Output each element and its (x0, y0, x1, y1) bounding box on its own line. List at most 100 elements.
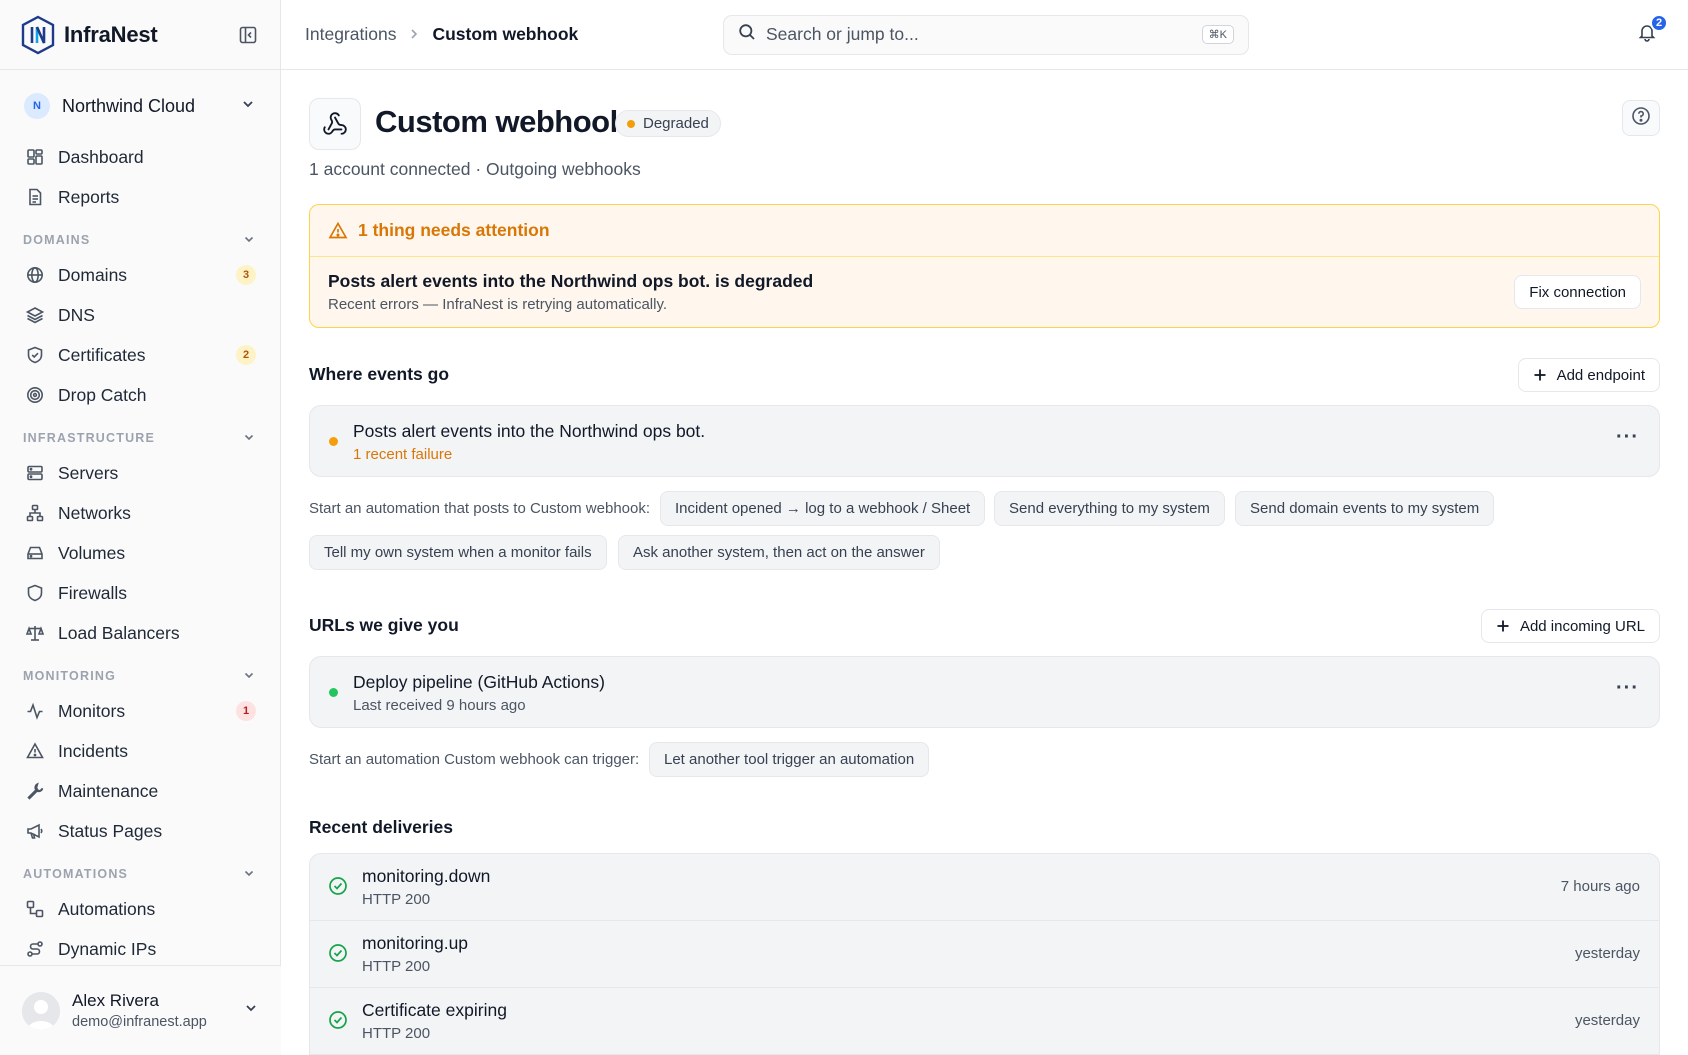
document-icon (24, 186, 46, 208)
section-label: AUTOMATIONS (23, 867, 129, 881)
org-switcher[interactable]: N Northwind Cloud (0, 70, 280, 142)
chevron-down-icon (242, 232, 256, 249)
section-title-events: Where events go (309, 364, 450, 384)
check-circle-icon (328, 1010, 348, 1030)
more-options-icon[interactable]: ··· (1616, 677, 1639, 700)
sidebar-item-dashboard[interactable]: Dashboard (24, 140, 256, 174)
sidebar-item-label: Dashboard (58, 146, 144, 167)
org-avatar: N (24, 93, 50, 119)
keyboard-shortcut: ⌘K (1201, 25, 1234, 44)
infranest-logo-icon[interactable] (20, 15, 56, 55)
delivery-event: monitoring.down (362, 866, 491, 886)
table-row[interactable]: monitoring.up HTTP 200 yesterday (310, 921, 1659, 988)
sidebar-item-volumes[interactable]: Volumes (24, 536, 256, 570)
section-monitoring[interactable]: MONITORING (23, 666, 256, 686)
sidebar-item-dns[interactable]: DNS (24, 298, 256, 332)
alert-description: Recent errors — InfraNest is retrying au… (328, 296, 668, 313)
check-circle-icon (328, 876, 348, 896)
status-dot (329, 437, 338, 446)
button-label: Add endpoint (1556, 366, 1645, 384)
sidebar-item-incidents[interactable]: Incidents (24, 734, 256, 768)
sidebar-item-reports[interactable]: Reports (24, 180, 256, 214)
table-row[interactable]: monitoring.down HTTP 200 7 hours ago (310, 854, 1659, 921)
automation-chip[interactable]: Send domain events to my system (1235, 491, 1495, 526)
sidebar-item-dynamic-ips[interactable]: Dynamic IPs (24, 932, 256, 966)
add-incoming-url-button[interactable]: Add incoming URL (1480, 609, 1660, 643)
automation-chip[interactable]: Tell my own system when a monitor fails (309, 535, 607, 570)
user-menu[interactable]: Alex Rivera demo@infranest.app (0, 965, 281, 1055)
section-domains[interactable]: DOMAINS (23, 230, 256, 250)
sidebar-item-maintenance[interactable]: Maintenance (24, 774, 256, 808)
deliveries-list: monitoring.down HTTP 200 7 hours ago mon… (309, 853, 1660, 1055)
add-endpoint-button[interactable]: Add endpoint (1517, 358, 1660, 392)
fix-connection-button[interactable]: Fix connection (1514, 275, 1641, 309)
delivery-time: yesterday (1574, 945, 1640, 962)
check-circle-icon (328, 943, 348, 963)
sidebar-item-certificates[interactable]: Certificates 2 (24, 338, 256, 372)
automation-chip[interactable]: Incident opened → log to a webhook / She… (660, 491, 986, 526)
plus-icon (1533, 368, 1547, 382)
sidebar-item-servers[interactable]: Servers (24, 456, 256, 490)
search-icon (738, 23, 756, 46)
alert-body: Posts alert events into the Northwind op… (310, 257, 1659, 327)
megaphone-icon (24, 820, 46, 842)
status-dot (627, 119, 635, 128)
search-placeholder: Search or jump to... (766, 24, 919, 44)
server-icon (24, 462, 46, 484)
count-badge: 2 (236, 345, 256, 365)
delivery-status: HTTP 200 (362, 891, 431, 908)
sidebar-item-status-pages[interactable]: Status Pages (24, 814, 256, 848)
main-content: Custom webhook Degraded 1 account connec… (281, 70, 1688, 1055)
incoming-url-title: Deploy pipeline (GitHub Actions) (353, 672, 605, 692)
chevron-down-icon (242, 866, 256, 883)
automation-prompt: Start an automation Custom webhook can t… (309, 751, 640, 768)
delivery-status: HTTP 200 (362, 958, 431, 975)
plus-icon (1496, 619, 1510, 633)
sidebar-item-firewalls[interactable]: Firewalls (24, 576, 256, 610)
sidebar-item-label: DNS (58, 304, 95, 325)
chevron-down-icon (242, 668, 256, 685)
dashboard-icon (24, 146, 46, 168)
shield-check-icon (24, 344, 46, 366)
section-automations[interactable]: AUTOMATIONS (23, 864, 256, 884)
endpoint-card[interactable]: Posts alert events into the Northwind op… (309, 405, 1660, 477)
sidebar-item-domains[interactable]: Domains 3 (24, 258, 256, 292)
sidebar-item-drop-catch[interactable]: Drop Catch (24, 378, 256, 412)
sidebar-item-label: Servers (58, 462, 119, 483)
count-badge: 1 (236, 701, 256, 721)
org-name: Northwind Cloud (62, 95, 196, 116)
incoming-url-status: Last received 9 hours ago (353, 697, 526, 714)
sidebar-collapse-icon[interactable] (236, 23, 260, 47)
user-email: demo@infranest.app (72, 1014, 207, 1030)
help-button[interactable] (1622, 100, 1660, 136)
sidebar-item-monitors[interactable]: Monitors 1 (24, 694, 256, 728)
help-circle-icon (1631, 106, 1651, 131)
brand-name: InfraNest (64, 21, 158, 47)
section-label: INFRASTRUCTURE (23, 431, 156, 445)
sidebar-item-label: Domains (58, 264, 128, 285)
automation-chip[interactable]: Ask another system, then act on the answ… (618, 535, 940, 570)
sidebar-item-label: Reports (58, 186, 120, 207)
section-label: MONITORING (23, 669, 117, 683)
sidebar-item-load-balancers[interactable]: Load Balancers (24, 616, 256, 650)
incoming-url-card[interactable]: Deploy pipeline (GitHub Actions) Last re… (309, 656, 1660, 728)
chevron-down-icon (243, 1000, 259, 1021)
automation-chip[interactable]: Send everything to my system (994, 491, 1225, 526)
table-row[interactable]: Certificate expiring HTTP 200 yesterday (310, 988, 1659, 1055)
search-input[interactable]: Search or jump to... ⌘K (723, 14, 1249, 55)
wrench-icon (24, 780, 46, 802)
section-infrastructure[interactable]: INFRASTRUCTURE (23, 428, 256, 448)
webhook-icon (309, 98, 361, 150)
count-badge: 3 (236, 265, 256, 285)
automation-prompt: Start an automation that posts to Custom… (309, 500, 651, 517)
sidebar-item-automations[interactable]: Automations (24, 892, 256, 926)
sidebar-item-label: Dynamic IPs (58, 938, 157, 959)
automation-chip[interactable]: Let another tool trigger an automation (649, 742, 930, 777)
top-bar: Integrations Custom webhook Search or ju… (281, 0, 1688, 70)
sidebar-item-networks[interactable]: Networks (24, 496, 256, 530)
attention-alert: 1 thing needs attention Posts alert even… (309, 204, 1660, 328)
more-options-icon[interactable]: ··· (1616, 426, 1639, 449)
notifications-button[interactable]: 2 (1634, 13, 1668, 48)
breadcrumb-integrations[interactable]: Integrations (305, 24, 396, 45)
globe-icon (24, 264, 46, 286)
